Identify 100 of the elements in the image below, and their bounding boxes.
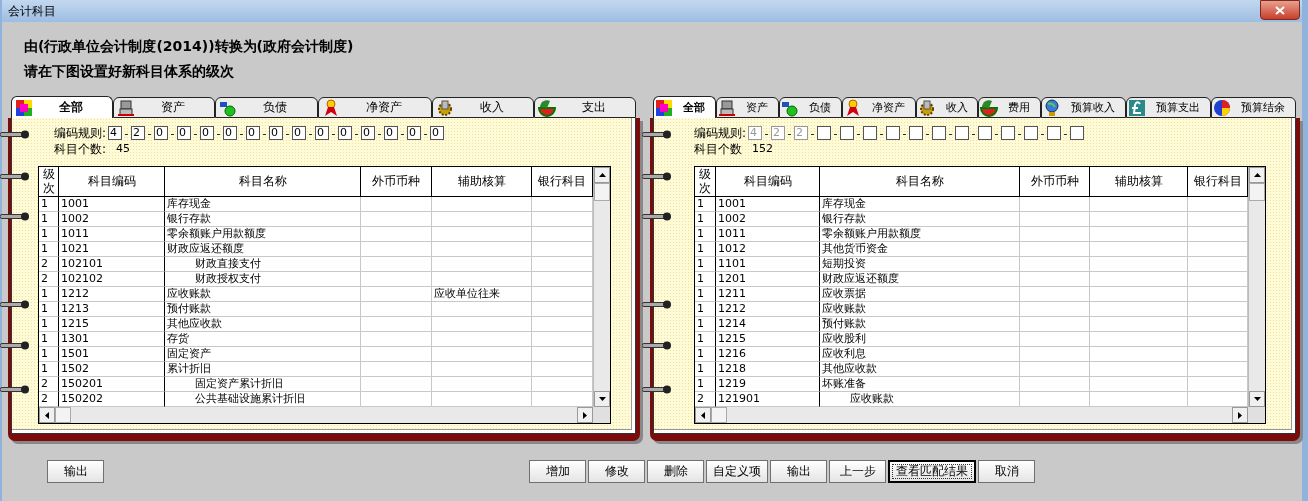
table-cell: 应收利息 [820,347,1020,362]
table-cell: 银行存款 [165,212,361,227]
action-button[interactable]: 查看匹配结果 [888,460,976,483]
tab[interactable]: 预算收入 [1041,97,1127,118]
action-button[interactable]: 增加 [529,460,586,483]
action-button[interactable]: 取消 [978,460,1035,483]
tab[interactable]: 收入 [431,97,534,118]
digit-field[interactable] [817,126,832,140]
table-cell [1020,377,1090,392]
scroll-down-button[interactable] [594,391,610,407]
tab[interactable]: 资产 [715,97,779,118]
horizontal-scrollbar[interactable] [695,407,1248,423]
tab[interactable]: 预算支出 [1126,97,1212,118]
action-button[interactable]: 修改 [588,460,645,483]
watermelon-icon [537,98,556,117]
table-cell: 1215 [59,317,165,332]
digit-field[interactable]: 0 [154,126,169,140]
table-cell [532,362,593,377]
digit-field[interactable] [886,126,901,140]
instruction-text: 由(行政单位会计制度(2014))转换为(政府会计制度) [24,37,354,56]
table-cell: 1213 [59,302,165,317]
digit-separator: - [192,126,199,140]
action-button[interactable]: 删除 [647,460,704,483]
scroll-left-button[interactable] [39,407,55,423]
table-cell: 1 [39,212,59,227]
digit-field[interactable] [1001,126,1016,140]
digit-field[interactable]: 0 [177,126,192,140]
digit-separator: - [947,126,954,140]
tab[interactable]: 全部 [653,96,716,118]
figure-icon [717,98,736,117]
digit-field[interactable] [1047,126,1062,140]
digit-field[interactable] [932,126,947,140]
digit-field[interactable] [909,126,924,140]
digit-field[interactable]: 0 [246,126,261,140]
digit-field[interactable]: 4 [108,126,123,140]
digit-field[interactable]: 0 [384,126,399,140]
tab[interactable]: 负债 [778,97,842,118]
gear-icon [917,98,936,117]
table-cell: 累计折旧 [165,362,361,377]
digit-field[interactable]: 0 [338,126,353,140]
digit-field[interactable] [1024,126,1039,140]
scroll-thumb[interactable] [1249,183,1265,201]
digit-field[interactable]: 0 [269,126,284,140]
table-cell: 2 [39,257,59,272]
close-button[interactable] [1260,0,1300,20]
digit-field[interactable]: 0 [200,126,215,140]
digit-field[interactable] [863,126,878,140]
digit-field[interactable]: 0 [223,126,238,140]
tab[interactable]: 支出 [533,97,637,118]
table-cell: 其他货币资金 [820,242,1020,257]
tab[interactable]: 净资产 [317,97,432,118]
horizontal-scrollbar[interactable] [39,407,593,423]
action-button[interactable]: 自定义项 [706,460,768,483]
tab[interactable]: 费用 [978,97,1042,118]
digit-field[interactable]: 0 [430,126,445,140]
scroll-thumb[interactable] [711,407,727,423]
action-button[interactable]: 输出 [47,460,104,483]
digit-separator: - [261,126,268,140]
table-cell: 1 [695,362,716,377]
table-cell: 1 [695,212,716,227]
scroll-thumb[interactable] [55,407,71,423]
tab[interactable]: 净资产 [841,97,916,118]
digit-field[interactable] [978,126,993,140]
column-header: 级次 [42,168,55,195]
digit-field[interactable]: 0 [361,126,376,140]
scroll-down-button[interactable] [1249,391,1265,407]
action-button[interactable]: 输出 [770,460,827,483]
table-cell: 1001 [716,197,820,212]
table-cell: 坏账准备 [820,377,1020,392]
tab[interactable]: 资产 [113,97,216,118]
scroll-right-button[interactable] [1232,407,1248,423]
vertical-scrollbar[interactable] [1248,167,1265,407]
tab[interactable]: 收入 [915,97,979,118]
tab[interactable]: 预算结余 [1211,97,1296,118]
digit-field[interactable]: 0 [315,126,330,140]
column-header: 科目编码 [716,167,820,197]
digit-separator: - [878,126,885,140]
digit-field[interactable]: 2 [131,126,146,140]
table-cell [1020,302,1090,317]
digit-field[interactable] [1070,126,1085,140]
vertical-scrollbar[interactable] [593,167,610,407]
table-cell: 固定资产 [165,347,361,362]
scroll-up-button[interactable] [594,167,610,183]
table-cell: 1219 [716,377,820,392]
table-cell: 1218 [716,362,820,377]
scroll-left-button[interactable] [695,407,711,423]
table-cell: 库存现金 [820,197,1020,212]
action-button[interactable]: 上一步 [829,460,886,483]
scroll-right-button[interactable] [577,407,593,423]
digit-field[interactable]: 0 [292,126,307,140]
scroll-up-button[interactable] [1249,167,1265,183]
digit-field[interactable]: 0 [407,126,422,140]
scroll-thumb[interactable] [594,183,610,201]
digit-separator: - [855,126,862,140]
tab[interactable]: 全部 [11,96,114,118]
digit-field[interactable] [955,126,970,140]
tab[interactable]: 负债 [215,97,318,118]
digit-field[interactable] [840,126,855,140]
table-cell: 存货 [165,332,361,347]
table-cell: 1 [39,332,59,347]
